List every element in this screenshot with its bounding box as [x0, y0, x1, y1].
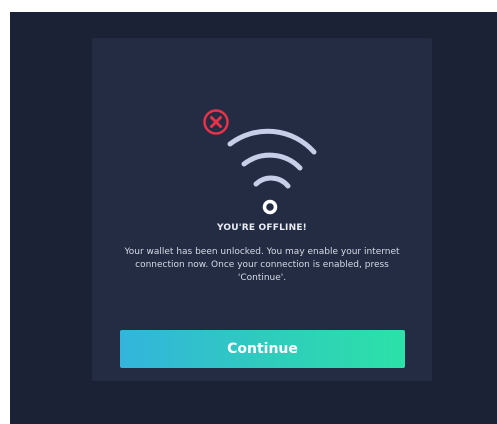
error-icon: [202, 108, 230, 136]
offline-graphic: [202, 108, 322, 218]
continue-button[interactable]: Continue: [120, 330, 405, 368]
offline-message: Your wallet has been unlocked. You may e…: [124, 247, 400, 283]
app-window: YOU'RE OFFLINE! Your wallet has been unl…: [10, 12, 497, 424]
offline-dialog: YOU'RE OFFLINE! Your wallet has been unl…: [92, 38, 432, 381]
offline-heading: YOU'RE OFFLINE!: [217, 223, 307, 233]
